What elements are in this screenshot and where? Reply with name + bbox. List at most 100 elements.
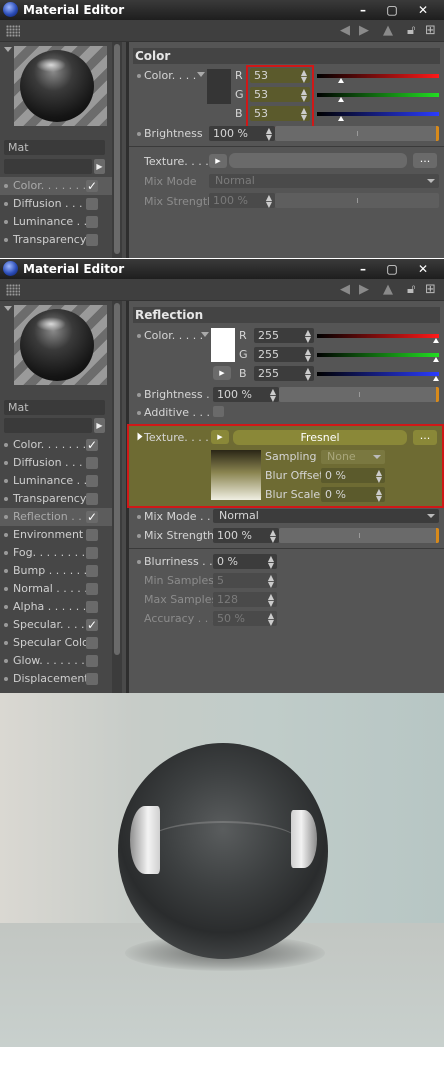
minimize-icon[interactable]: – [352,261,374,277]
channel-item[interactable]: Reflection . . . ✓ [0,508,112,526]
collapse-triangle-icon[interactable] [4,306,12,311]
channel-checkbox[interactable] [86,547,98,559]
material-name[interactable]: Mat [4,140,105,155]
b-slider[interactable] [317,112,439,116]
material-search-field[interactable] [4,418,92,433]
collapse-triangle-icon[interactable] [4,47,12,52]
expand-triangle-icon[interactable] [137,432,143,441]
mix-mode-dropdown[interactable]: Normal [209,174,439,188]
channel-item[interactable]: Transparency [0,231,112,249]
material-name[interactable]: Mat [4,400,105,415]
r-slider[interactable] [317,74,439,78]
channel-checkbox[interactable] [86,457,98,469]
channel-item[interactable]: Normal . . . . . . [0,580,112,598]
channel-checkbox[interactable] [86,637,98,649]
forward-arrow-icon[interactable]: ▶ [359,23,369,39]
r-input[interactable]: 255 ▲ ▼ [254,328,314,344]
channel-item[interactable]: Color. . . . . . . ✓ [0,436,112,454]
mix-strength-slider[interactable] [275,193,439,208]
close-icon[interactable]: ✕ [412,2,434,18]
b-slider-handle[interactable] [433,376,439,381]
mix-strength-input[interactable]: 100 % ▲ ▼ [213,528,279,544]
mix-mode-dropdown[interactable]: Normal [213,509,439,523]
channel-checkbox[interactable] [86,493,98,505]
channel-item[interactable]: Diffusion . . . . . [0,195,112,213]
color-swatch[interactable] [207,69,231,104]
channel-checkbox[interactable] [86,216,98,228]
scrollbar[interactable] [112,301,122,693]
channel-item[interactable]: Luminance . . . [0,213,112,231]
material-preview[interactable] [14,46,107,126]
blur-offset-input[interactable]: 0 % ▲ ▼ [321,468,385,484]
channel-item[interactable]: Environment [0,526,112,544]
mix-strength-input[interactable]: 100 % ▲ ▼ [209,193,275,209]
grid-menu-icon[interactable] [6,25,20,37]
sampling-dropdown[interactable]: None [321,450,385,464]
texture-slot[interactable] [229,153,407,168]
g-slider[interactable] [317,353,439,357]
texture-shader-button[interactable]: Fresnel [233,430,407,445]
back-arrow-icon[interactable]: ◀ [340,282,350,298]
b-input[interactable]: 255 ▲ ▼ [254,366,314,382]
brightness-slider[interactable] [279,387,439,402]
g-slider[interactable] [317,93,439,97]
material-preview[interactable] [14,305,107,385]
back-arrow-icon[interactable]: ◀ [340,23,350,39]
min-samples-input[interactable]: 5 ▲ ▼ [213,573,277,589]
brightness-slider[interactable] [275,126,439,141]
maximize-icon[interactable]: ▢ [381,261,403,277]
close-icon[interactable]: ✕ [412,261,434,277]
r-slider-handle[interactable] [338,78,344,83]
new-window-icon[interactable]: ⊞ [425,23,436,39]
channel-checkbox[interactable] [86,565,98,577]
channel-item[interactable]: Alpha . . . . . . [0,598,112,616]
checkmark-icon[interactable]: ✓ [86,619,98,631]
channel-checkbox[interactable] [86,655,98,667]
play-arrow-icon[interactable]: ▶ [94,418,105,433]
channel-item[interactable]: Bump . . . . . . [0,562,112,580]
r-slider-handle[interactable] [433,338,439,343]
checkmark-icon[interactable]: ✓ [86,180,98,192]
texture-browse-button[interactable]: ... [413,430,437,445]
b-slider-handle[interactable] [338,116,344,121]
mix-strength-slider[interactable] [279,528,439,543]
b-slider[interactable] [317,372,439,376]
new-window-icon[interactable]: ⊞ [425,282,436,298]
channel-checkbox[interactable] [86,673,98,685]
scrollbar[interactable] [112,42,122,258]
channel-item[interactable]: Color. . . . . . . ✓ [0,177,112,195]
channel-item[interactable]: Specular Color [0,634,112,652]
pin-icon[interactable]: ▲ [383,23,393,39]
dropdown-caret-icon[interactable] [201,332,209,337]
pin-icon[interactable]: ▲ [383,282,393,298]
r-slider[interactable] [317,334,439,338]
g-slider-handle[interactable] [433,357,439,362]
g-input[interactable]: 255 ▲ ▼ [254,347,314,363]
lock-icon[interactable]: 🔓︎ [407,282,415,298]
forward-arrow-icon[interactable]: ▶ [359,282,369,298]
channel-checkbox[interactable] [86,475,98,487]
channel-checkbox[interactable] [86,198,98,210]
channel-checkbox[interactable] [86,234,98,246]
minimize-icon[interactable]: – [352,2,374,18]
play-arrow-icon[interactable]: ▶ [94,159,105,174]
checkmark-icon[interactable]: ✓ [86,439,98,451]
texture-menu-button[interactable]: ▶ [209,154,227,168]
color-swatch[interactable] [211,328,235,362]
max-samples-input[interactable]: 128 ▲ ▼ [213,592,277,608]
maximize-icon[interactable]: ▢ [381,2,403,18]
channel-checkbox[interactable] [86,601,98,613]
texture-menu-button[interactable]: ▶ [211,430,229,444]
g-slider-handle[interactable] [338,97,344,102]
channel-item[interactable]: Displacement [0,670,112,688]
channel-checkbox[interactable] [86,529,98,541]
dropdown-caret-icon[interactable] [197,72,205,77]
channel-item[interactable]: Specular. . . . . ✓ [0,616,112,634]
color-menu-button[interactable]: ▶ [213,366,231,380]
blurriness-input[interactable]: 0 % ▲ ▼ [213,554,277,570]
additive-checkbox[interactable] [213,406,224,417]
channel-item[interactable]: Glow. . . . . . . . [0,652,112,670]
channel-item[interactable]: Diffusion . . . . . [0,454,112,472]
checkmark-icon[interactable]: ✓ [86,511,98,523]
lock-icon[interactable]: 🔓︎ [407,23,415,39]
